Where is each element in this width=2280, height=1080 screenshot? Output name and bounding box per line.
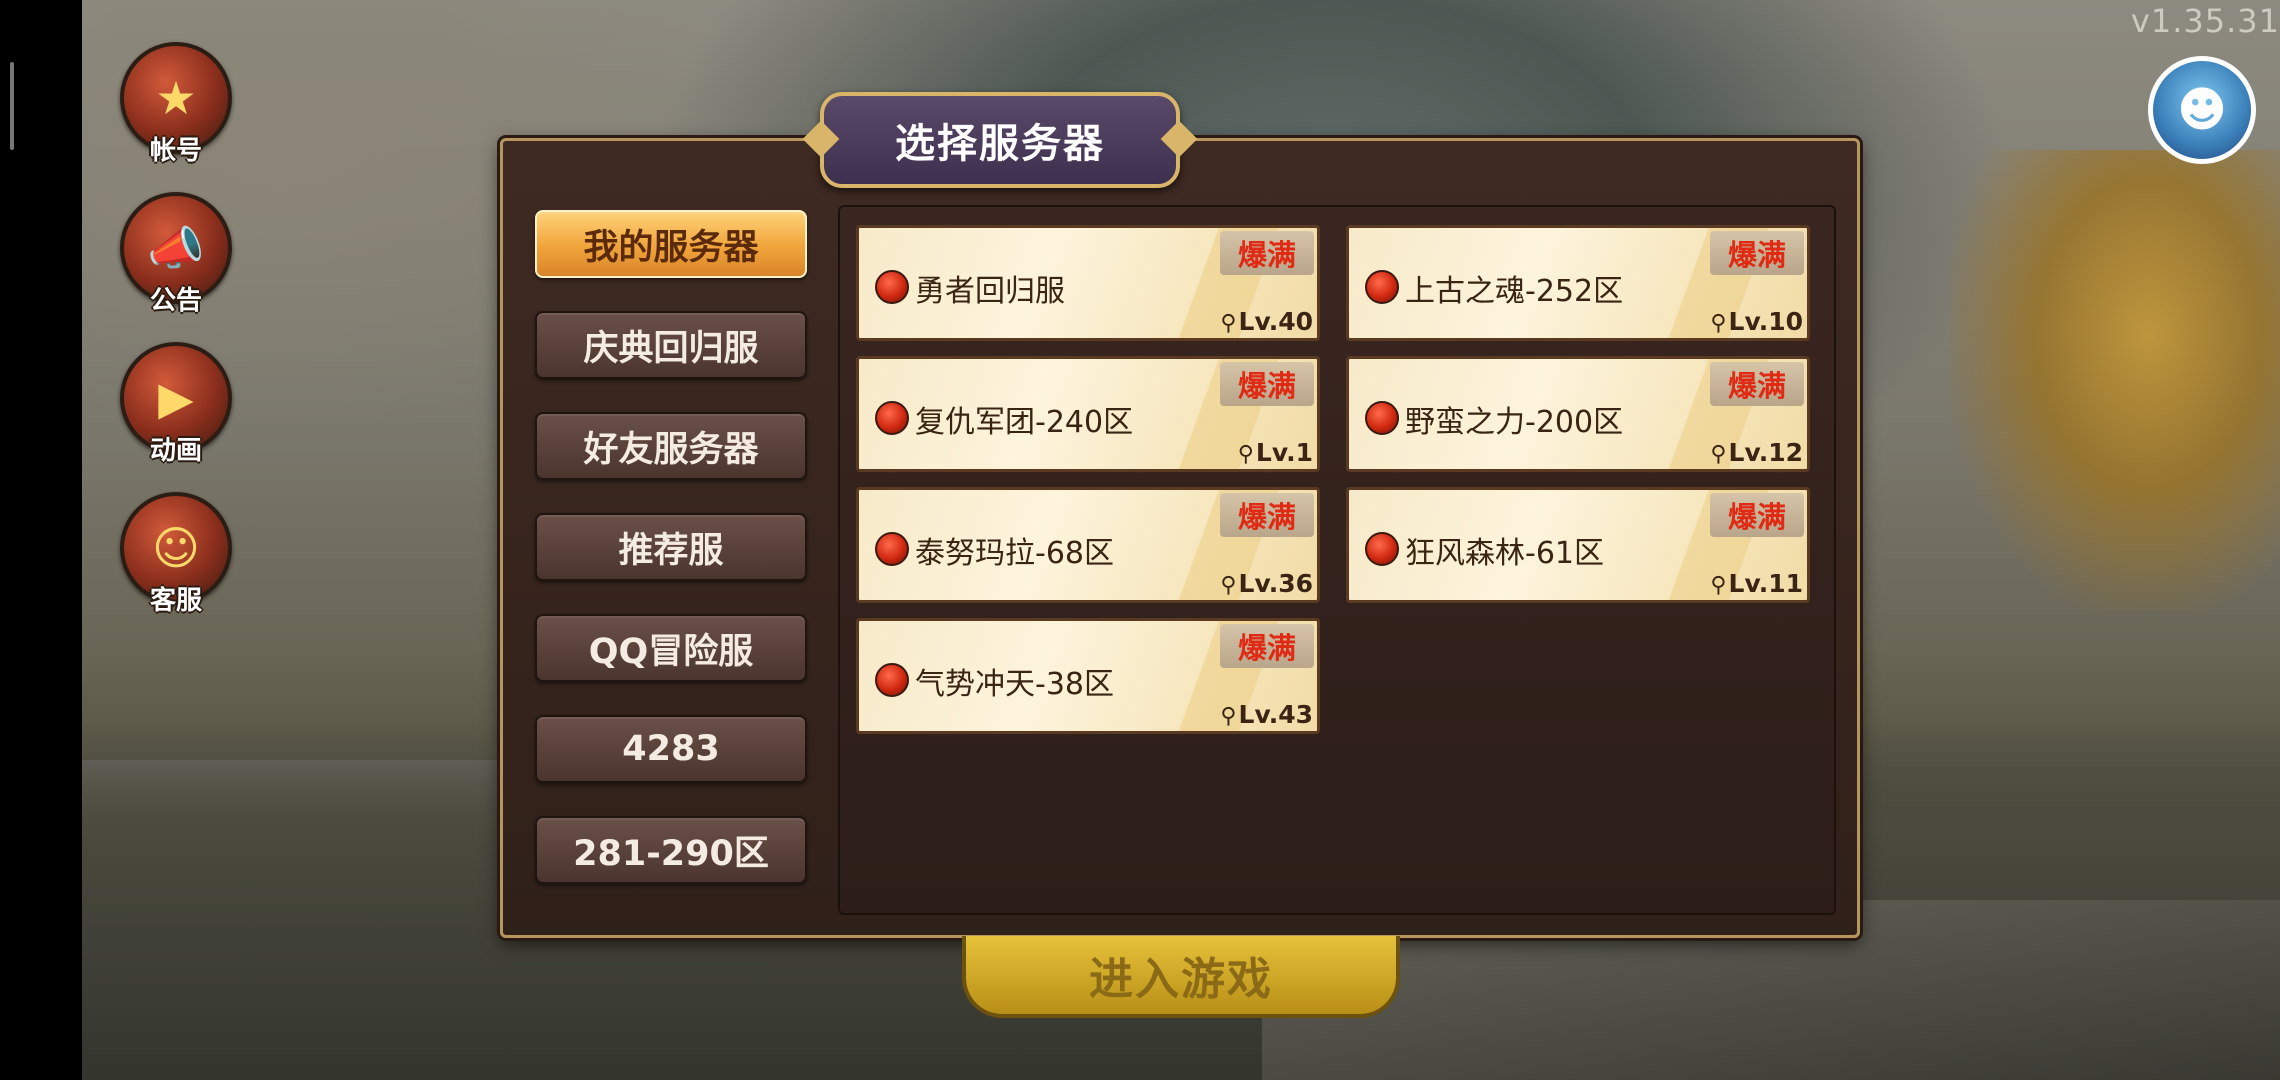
server-name: 上古之魂-252区 bbox=[1405, 274, 1624, 309]
key-icon: ⚲ bbox=[1220, 704, 1237, 729]
level-text: Lv.11 bbox=[1728, 569, 1803, 598]
server-category-tabs: 我的服务器 庆典回归服 好友服务器 推荐服 QQ冒险服 4283 281-290… bbox=[535, 210, 807, 917]
server-card[interactable]: 野蛮之力-200区 爆满 ⚲Lv.12 bbox=[1346, 356, 1810, 472]
status-dot-icon bbox=[875, 532, 909, 566]
key-icon: ⚲ bbox=[1710, 311, 1727, 336]
enter-game-button[interactable]: 进入游戏 bbox=[962, 936, 1400, 1018]
account-button[interactable]: ★ 帐号 bbox=[120, 42, 232, 182]
server-card[interactable]: 上古之魂-252区 爆满 ⚲Lv.10 bbox=[1346, 225, 1810, 341]
system-edge bbox=[0, 0, 82, 1080]
status-badge: 爆满 bbox=[1220, 493, 1314, 537]
key-icon: ⚲ bbox=[1220, 573, 1237, 598]
customer-service-button[interactable]: ☺ 客服 bbox=[120, 492, 232, 632]
animation-button[interactable]: ▶ 动画 bbox=[120, 342, 232, 482]
tab-friend-servers[interactable]: 好友服务器 bbox=[535, 412, 807, 480]
status-badge: 爆满 bbox=[1220, 231, 1314, 275]
status-dot-icon bbox=[1365, 270, 1399, 304]
server-card[interactable]: 复仇军团-240区 爆满 ⚲Lv.1 bbox=[856, 356, 1320, 472]
server-name: 复仇军团-240区 bbox=[915, 405, 1134, 440]
level-text: Lv.10 bbox=[1728, 307, 1803, 336]
server-name: 狂风森林-61区 bbox=[1405, 536, 1604, 571]
level-indicator: ⚲Lv.12 bbox=[1710, 438, 1803, 467]
level-indicator: ⚲Lv.11 bbox=[1710, 569, 1803, 598]
status-badge: 爆满 bbox=[1220, 362, 1314, 406]
server-name: 勇者回归服 bbox=[915, 274, 1065, 309]
level-text: Lv.12 bbox=[1728, 438, 1803, 467]
customer-service-label: 客服 bbox=[149, 586, 202, 616]
server-card[interactable]: 气势冲天-38区 爆满 ⚲Lv.43 bbox=[856, 618, 1320, 734]
status-dot-icon bbox=[875, 270, 909, 304]
server-card[interactable]: 勇者回归服 爆满 ⚲Lv.40 bbox=[856, 225, 1320, 341]
notice-label: 公告 bbox=[149, 286, 202, 316]
level-indicator: ⚲Lv.43 bbox=[1220, 700, 1313, 729]
server-name: 泰努玛拉-68区 bbox=[915, 536, 1114, 571]
level-indicator: ⚲Lv.10 bbox=[1710, 307, 1803, 336]
dialog-title: 选择服务器 bbox=[820, 92, 1180, 188]
status-dot-icon bbox=[875, 401, 909, 435]
status-badge: 爆满 bbox=[1710, 493, 1804, 537]
server-name: 气势冲天-38区 bbox=[915, 667, 1114, 702]
level-text: Lv.1 bbox=[1255, 438, 1313, 467]
level-text: Lv.36 bbox=[1238, 569, 1313, 598]
server-card[interactable]: 泰努玛拉-68区 爆满 ⚲Lv.36 bbox=[856, 487, 1320, 603]
key-icon: ⚲ bbox=[1220, 311, 1237, 336]
status-badge: 爆满 bbox=[1710, 231, 1804, 275]
status-dot-icon bbox=[1365, 401, 1399, 435]
status-dot-icon bbox=[1365, 532, 1399, 566]
key-icon: ⚲ bbox=[1710, 442, 1727, 467]
status-badge: 爆满 bbox=[1710, 362, 1804, 406]
level-indicator: ⚲Lv.1 bbox=[1238, 438, 1313, 467]
version-label: v1.35.31 bbox=[2130, 2, 2280, 40]
side-gesture-handle[interactable] bbox=[10, 62, 14, 150]
tab-qq-adventure[interactable]: QQ冒险服 bbox=[535, 614, 807, 682]
tab-anniversary-return[interactable]: 庆典回归服 bbox=[535, 311, 807, 379]
server-name: 野蛮之力-200区 bbox=[1405, 405, 1624, 440]
key-icon: ⚲ bbox=[1237, 442, 1254, 467]
background-tree bbox=[1950, 150, 2280, 610]
status-dot-icon bbox=[875, 663, 909, 697]
account-label: 帐号 bbox=[149, 136, 202, 166]
tab-4283[interactable]: 4283 bbox=[535, 715, 807, 783]
tab-my-servers[interactable]: 我的服务器 bbox=[535, 210, 807, 278]
level-text: Lv.43 bbox=[1238, 700, 1313, 729]
animation-label: 动画 bbox=[149, 436, 202, 466]
server-card[interactable]: 狂风森林-61区 爆满 ⚲Lv.11 bbox=[1346, 487, 1810, 603]
tab-281-290[interactable]: 281-290区 bbox=[535, 816, 807, 884]
notice-button[interactable]: 📣 公告 bbox=[120, 192, 232, 332]
level-text: Lv.40 bbox=[1238, 307, 1313, 336]
level-indicator: ⚲Lv.40 bbox=[1220, 307, 1313, 336]
key-icon: ⚲ bbox=[1710, 573, 1727, 598]
user-avatar[interactable]: ☻ bbox=[2148, 56, 2256, 164]
status-badge: 爆满 bbox=[1220, 624, 1314, 668]
tab-recommended[interactable]: 推荐服 bbox=[535, 513, 807, 581]
level-indicator: ⚲Lv.36 bbox=[1220, 569, 1313, 598]
